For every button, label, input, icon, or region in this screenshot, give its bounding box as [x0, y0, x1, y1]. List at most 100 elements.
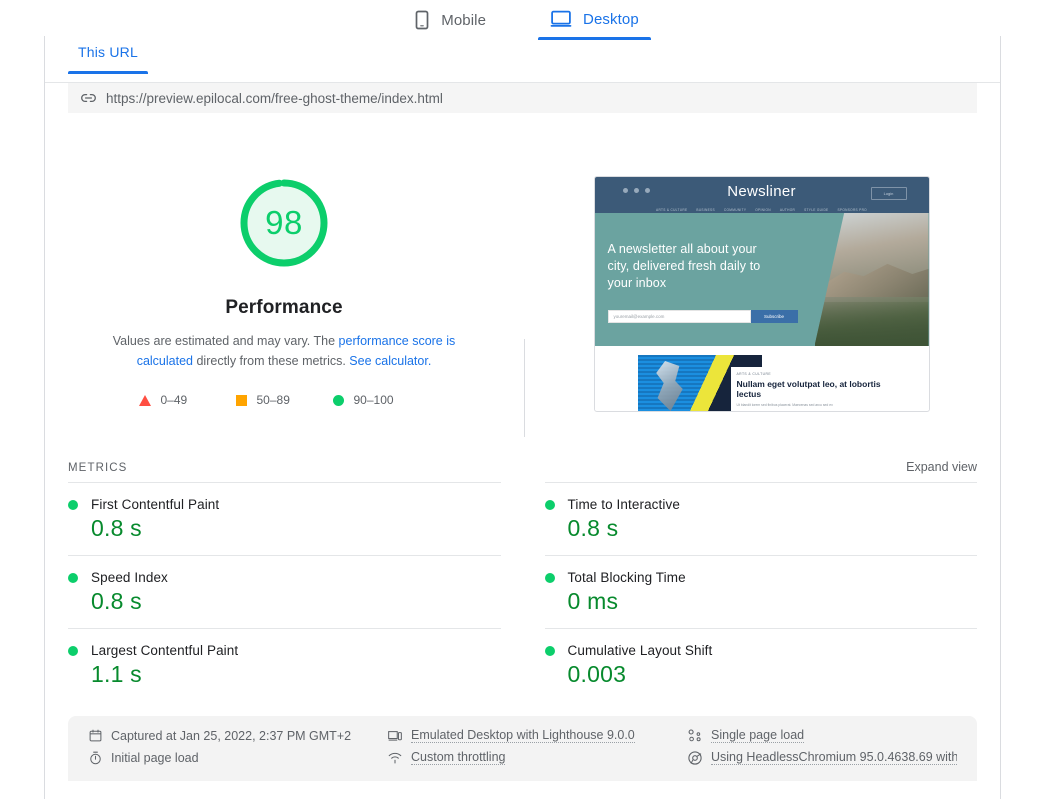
- score-hero: 98 Performance Values are estimated and …: [45, 113, 1000, 412]
- screenshot-panel: Newsliner Login ARTS & CULTURE BUSINESS …: [523, 175, 1000, 412]
- expand-view-button[interactable]: Expand view: [906, 460, 977, 474]
- gauge-score-value: 98: [236, 175, 332, 271]
- thumb-subscribe-button: Subscribe: [751, 310, 798, 323]
- report-content: This URL https://preview.epilocal.com/fr…: [45, 36, 1000, 799]
- chrome-icon: [688, 751, 702, 765]
- thumb-nav-item: OPINION: [755, 208, 771, 212]
- meta-captured-text: Captured at Jan 25, 2022, 2:37 PM GMT+2: [111, 729, 351, 743]
- status-circle-icon: [68, 500, 78, 510]
- legend-label-good: 90–100: [354, 393, 394, 407]
- url-bar[interactable]: https://preview.epilocal.com/free-ghost-…: [68, 83, 977, 113]
- thumb-email-input: youremail@example.com: [608, 310, 751, 323]
- metric-value: 0.8 s: [68, 588, 501, 615]
- metrics-section: METRICS Expand view First Contentful Pai…: [68, 460, 977, 701]
- meta-emulation-text: Emulated Desktop with Lighthouse 9.0.0: [411, 728, 635, 743]
- status-circle-icon: [68, 573, 78, 583]
- square-icon: [236, 395, 247, 406]
- metrics-header: METRICS Expand view: [68, 460, 977, 482]
- legend-label-average: 50–89: [257, 393, 290, 407]
- thumb-article-area: ARTS & CULTURE Nullam eget volutpat leo,…: [595, 346, 929, 410]
- thumb-article-excerpt: Ut blandit lorem sed finibus placerat. M…: [737, 403, 882, 408]
- score-legend: 0–49 50–89 90–100: [139, 393, 430, 407]
- tab-this-url[interactable]: This URL: [68, 36, 148, 74]
- metric-name: Speed Index: [91, 570, 168, 585]
- url-tab-strip: This URL: [45, 36, 1000, 83]
- desc-part-1: Values are estimated and may vary. The: [113, 334, 339, 348]
- thumb-nav-item: BUSINESS: [696, 208, 715, 212]
- thumb-hero-photo: [815, 213, 929, 346]
- desc-part-2: directly from these metrics.: [193, 354, 349, 368]
- page-title: Performance: [225, 297, 342, 319]
- metric-largest-contentful-paint[interactable]: Largest Contentful Paint 1.1 s: [68, 628, 501, 701]
- metric-value: 1.1 s: [68, 661, 501, 688]
- triangle-icon: [139, 395, 151, 406]
- performance-gauge: 98: [236, 175, 332, 271]
- thumb-hero: A newsletter all about your city, delive…: [595, 213, 929, 346]
- metric-value: 0.8 s: [545, 515, 978, 542]
- thumb-login-button: Login: [871, 187, 907, 200]
- meta-single-load-text: Single page load: [711, 728, 804, 743]
- desktop-icon: [550, 10, 572, 28]
- thumb-article-text: ARTS & CULTURE Nullam eget volutpat leo,…: [731, 367, 886, 412]
- thumb-nav-item: AUTHOR: [780, 208, 795, 212]
- meta-initial-page-load: Initial page load: [88, 750, 388, 765]
- metric-name: Cumulative Layout Shift: [568, 643, 713, 658]
- page-load-icon: [688, 729, 702, 742]
- meta-emulation[interactable]: Emulated Desktop with Lighthouse 9.0.0: [388, 728, 688, 743]
- link-icon: [81, 91, 96, 106]
- thumb-nav-item: STYLE GUIDE: [804, 208, 828, 212]
- metric-first-contentful-paint[interactable]: First Contentful Paint 0.8 s: [68, 482, 501, 555]
- tab-desktop-label: Desktop: [583, 11, 639, 28]
- status-circle-icon: [545, 573, 555, 583]
- thumb-subscribe-form: youremail@example.com Subscribe: [608, 310, 798, 323]
- meta-initial-load-text: Initial page load: [111, 751, 199, 765]
- meta-throttling[interactable]: Custom throttling: [388, 750, 688, 765]
- meta-captured-at: Captured at Jan 25, 2022, 2:37 PM GMT+2: [88, 728, 388, 743]
- score-description: Values are estimated and may vary. The p…: [89, 331, 479, 371]
- desktop-small-icon: [388, 730, 402, 742]
- metric-total-blocking-time[interactable]: Total Blocking Time 0 ms: [545, 555, 978, 628]
- meta-chromium-text: Using HeadlessChromium 95.0.4638.69 with…: [711, 750, 957, 765]
- thumb-article-kicker: ARTS & CULTURE: [737, 372, 882, 376]
- mobile-icon: [414, 10, 430, 30]
- hero-divider: [524, 339, 525, 437]
- thumb-nav-item: SPONSORS PRO: [838, 208, 867, 212]
- metrics-label: METRICS: [68, 462, 127, 474]
- thumb-site-header: Newsliner Login ARTS & CULTURE BUSINESS …: [595, 177, 929, 213]
- metrics-grid: First Contentful Paint 0.8 s Time to Int…: [68, 482, 977, 701]
- thumb-article-title: Nullam eget volutpat leo, at lobortis le…: [737, 379, 882, 399]
- thumb-site-nav: ARTS & CULTURE BUSINESS COMMUNITY OPINIO…: [595, 208, 929, 212]
- circle-icon: [333, 395, 344, 406]
- legend-label-poor: 0–49: [161, 393, 188, 407]
- metric-time-to-interactive[interactable]: Time to Interactive 0.8 s: [545, 482, 978, 555]
- metric-value: 0 ms: [545, 588, 978, 615]
- metric-cumulative-layout-shift[interactable]: Cumulative Layout Shift 0.003: [545, 628, 978, 701]
- thumb-nav-item: COMMUNITY: [724, 208, 746, 212]
- legend-item-average: 50–89: [236, 393, 333, 407]
- page-screenshot-thumbnail: Newsliner Login ARTS & CULTURE BUSINESS …: [594, 176, 930, 412]
- legend-item-good: 90–100: [333, 393, 430, 407]
- network-throttle-icon: [388, 752, 402, 764]
- metric-name: First Contentful Paint: [91, 497, 219, 512]
- metric-value: 0.8 s: [68, 515, 501, 542]
- see-calculator-link[interactable]: See calculator.: [349, 354, 431, 368]
- status-circle-icon: [68, 646, 78, 656]
- meta-throttling-text: Custom throttling: [411, 750, 505, 765]
- legend-item-poor: 0–49: [139, 393, 236, 407]
- meta-single-page-load[interactable]: Single page load: [688, 728, 957, 743]
- score-panel: 98 Performance Values are estimated and …: [45, 175, 523, 412]
- url-text: https://preview.epilocal.com/free-ghost-…: [106, 91, 443, 106]
- tab-desktop[interactable]: Desktop: [544, 4, 645, 40]
- metric-name: Time to Interactive: [568, 497, 680, 512]
- run-metadata: Captured at Jan 25, 2022, 2:37 PM GMT+2 …: [68, 716, 977, 781]
- status-circle-icon: [545, 500, 555, 510]
- tab-mobile-label: Mobile: [441, 12, 486, 29]
- stopwatch-icon: [88, 751, 102, 765]
- metric-speed-index[interactable]: Speed Index 0.8 s: [68, 555, 501, 628]
- metric-value: 0.003: [545, 661, 978, 688]
- thumb-nav-item: ARTS & CULTURE: [656, 208, 687, 212]
- metric-name: Largest Contentful Paint: [91, 643, 238, 658]
- tab-this-url-label: This URL: [78, 44, 138, 60]
- meta-chromium-version[interactable]: Using HeadlessChromium 95.0.4638.69 with…: [688, 750, 957, 765]
- metric-name: Total Blocking Time: [568, 570, 686, 585]
